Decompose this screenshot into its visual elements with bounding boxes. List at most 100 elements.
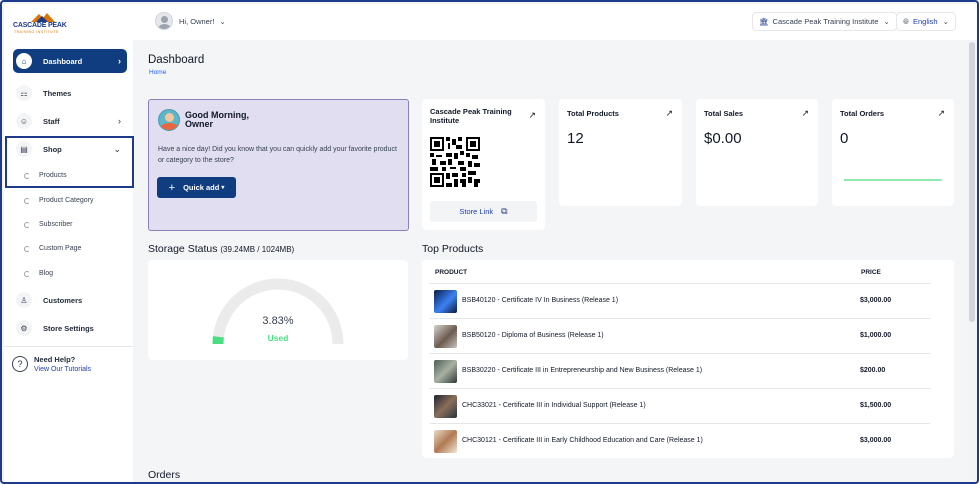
product-name: CHC30121 - Certificate III in Early Chil… [462,437,703,444]
tutorials-link[interactable]: View Our Tutorials [34,366,91,373]
sidebar-subitem-products[interactable]: Products [24,172,67,179]
chevron-down-icon: ⌄ [113,143,121,154]
quick-add-label: Quick add [183,183,220,192]
stat-label: Total Products [567,109,619,118]
sidebar-item-label: Themes [43,88,72,98]
arrow-up-right-icon[interactable]: ↗ [528,110,536,121]
chevron-down-icon: ⌄ [883,17,890,26]
qr-card: Cascade Peak Training Institute ↗ Store … [422,99,545,230]
themes-icon: ⚏ [16,85,32,101]
globe-icon: 🌐︎ [903,16,909,26]
breadcrumb[interactable]: Home [149,69,166,76]
table-row[interactable]: BSB30220 - Certificate III in Entreprene… [430,353,930,388]
stat-card-total-products: Total Products ↗ 12 [559,99,682,206]
chevron-down-icon: ⌄ [219,16,226,26]
avatar [155,12,173,30]
sidebar-subitem-subscriber[interactable]: Subscriber [24,221,72,228]
sidebar-item-shop[interactable]: ▤ Shop ⌄ [13,137,127,161]
stat-value: $0.00 [704,130,742,147]
table-row[interactable]: CHC30121 - Certificate III in Early Chil… [430,423,930,458]
storage-card: 3.83% Used [148,260,408,360]
store-name: Cascade Peak Training Institute [772,17,879,26]
product-thumbnail [434,325,457,348]
subitem-label: Blog [39,270,54,277]
sidebar-item-label: Dashboard [43,56,83,66]
settings-icon: ⚙ [16,320,32,336]
sidebar-subitem-blog[interactable]: Blog [24,270,53,277]
sidebar-subitem-custom-page[interactable]: Custom Page [24,245,81,252]
product-price: $1,500.00 [860,402,892,409]
page-title: Dashboard [148,54,205,66]
store-link-button[interactable]: Store Link ⧉ [430,201,537,222]
sidebar-item-dashboard[interactable]: ⌂ Dashboard › [13,49,127,73]
help-box: ? Need Help? View Our Tutorials [4,346,133,382]
column-header-price: PRICE [861,269,881,276]
product-thumbnail [434,290,457,313]
arrow-up-right-icon[interactable]: ↗ [937,108,945,119]
arrow-up-right-icon[interactable]: ↗ [665,108,673,119]
shop-icon: ▤ [16,141,32,157]
staff-icon: ☺ [16,113,32,129]
sidebar-item-customers[interactable]: ♙ Customers [13,288,127,312]
user-menu[interactable]: Hi, Owner! ⌄ [155,12,226,30]
table-row[interactable]: CHC33021 - Certificate III in Individual… [430,388,930,423]
storage-percent: 3.83% [262,315,294,327]
stat-value: 0 [840,130,849,147]
top-products-table: PRODUCT PRICE BSB40120 - Certificate IV … [422,260,954,458]
stat-label: Total Sales [704,109,744,118]
sidebar-item-label: Store Settings [43,323,94,333]
sidebar-item-label: Shop [43,144,62,154]
product-price: $3,000.00 [860,297,892,304]
product-thumbnail [434,430,457,453]
owner-avatar [158,109,180,131]
loading-dot-icon [24,172,30,179]
stat-card-total-orders: Total Orders ↗ 0 [832,99,954,206]
chevron-right-icon: › [118,56,121,66]
chevron-right-icon: › [118,116,121,126]
product-thumbnail [434,360,457,383]
sidebar-item-label: Customers [43,295,83,305]
table-row[interactable]: BSB50120 - Diploma of Business (Release … [430,318,930,353]
storage-detail: (39.24MB / 1024MB) [220,245,295,254]
product-price: $200.00 [860,367,886,374]
table-row[interactable]: BSB40120 - Certificate IV In Business (R… [430,283,930,318]
sidebar-item-store-settings[interactable]: ⚙ Store Settings [13,316,127,340]
stat-card-total-sales: Total Sales ↗ $0.00 [696,99,818,206]
brand-logo[interactable]: CASCADE PEAK TRAINING INSTITUTE [13,12,73,36]
subitem-label: Product Category [39,197,94,204]
sidebar-subitem-product-category[interactable]: Product Category [24,197,93,204]
sidebar-item-themes[interactable]: ⚏ Themes [13,81,127,105]
sidebar-item-label: Staff [43,116,60,126]
product-thumbnail [434,395,457,418]
subitem-label: Products [39,172,67,179]
language-selector[interactable]: 🌐︎ English ⌄ [896,12,956,31]
caret-down-icon: ▾ [221,185,225,191]
arrow-up-right-icon[interactable]: ↗ [801,108,809,119]
app-frame: CASCADE PEAK TRAINING INSTITUTE ⌂ Dashbo… [0,0,979,484]
qr-code-image [430,137,480,187]
product-name: BSB50120 - Diploma of Business (Release … [462,332,604,339]
mountain-icon [31,13,55,22]
product-price: $3,000.00 [860,437,892,444]
copy-icon: ⧉ [501,206,508,216]
sidebar-item-staff[interactable]: ☺ Staff › [13,109,127,133]
top-products-title: Top Products [422,243,484,255]
language-label: English [913,17,938,26]
product-name: BSB30220 - Certificate III in Entreprene… [462,367,703,374]
loading-dot-icon [24,245,30,252]
product-name: BSB40120 - Certificate IV In Business (R… [462,297,619,304]
storage-title-text: Storage Status [148,243,218,255]
chevron-down-icon: ⌄ [942,17,949,26]
scrollbar-thumb[interactable] [969,42,975,322]
quick-add-button[interactable]: + Quick add ▾ [157,177,236,198]
page-scrollbar[interactable] [968,42,976,480]
product-name: CHC33021 - Certificate III in Individual… [462,402,646,409]
subitem-label: Custom Page [39,245,82,252]
greeting-message: Have a nice day! Did you know that you c… [158,146,397,164]
store-selector[interactable]: 🏛 Cascade Peak Training Institute ⌄ [752,12,897,31]
customers-icon: ♙ [16,292,32,308]
qr-card-title: Cascade Peak Training Institute [430,107,512,125]
stat-label: Total Orders [840,109,885,118]
orders-title: Orders [148,469,181,481]
store-link-label: Store Link [459,207,494,216]
